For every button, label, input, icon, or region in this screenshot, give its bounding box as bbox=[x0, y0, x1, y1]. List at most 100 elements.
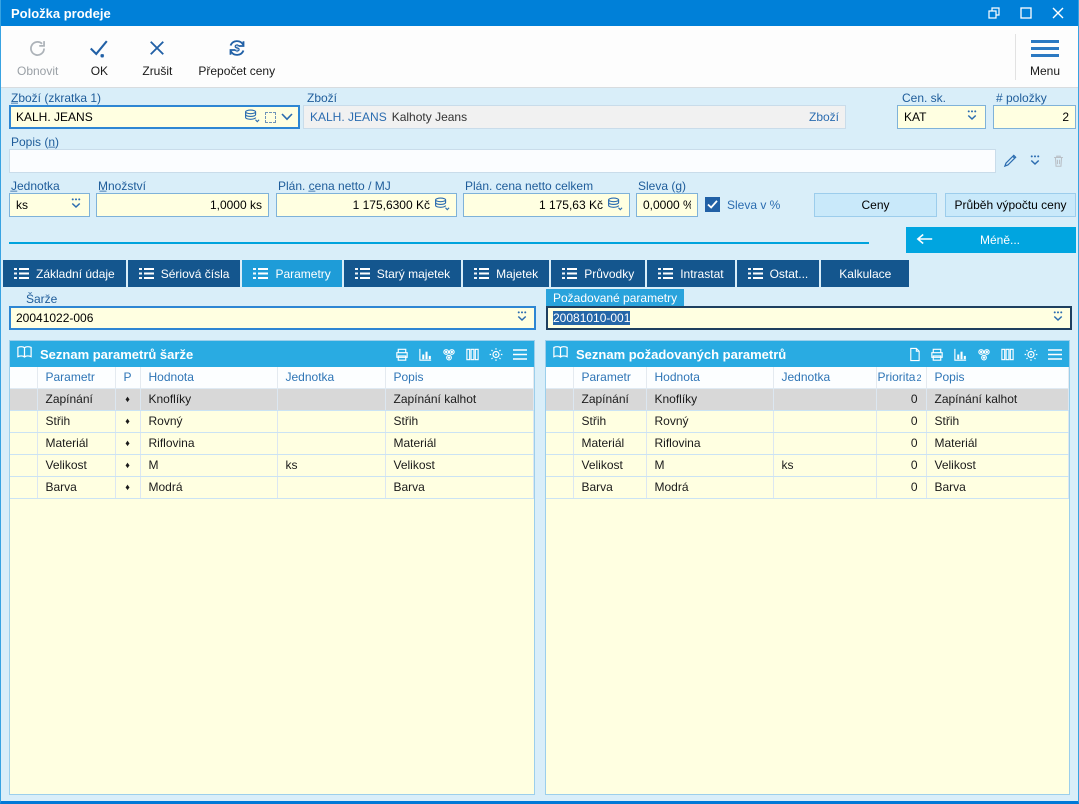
jednotka-field[interactable]: ks bbox=[9, 193, 90, 217]
table-row[interactable]: ZapínáníKnoflíky0Zapínání kalhot bbox=[546, 388, 1069, 410]
zbozi-zkratka-field[interactable]: KALH. JEANS bbox=[9, 105, 300, 129]
tab-ostatni[interactable]: Ostat... bbox=[737, 260, 820, 287]
tab-intrastat[interactable]: Intrastat bbox=[647, 260, 734, 287]
col-parametr[interactable]: Parametr bbox=[37, 367, 115, 388]
table-cell[interactable]: ks bbox=[277, 454, 385, 476]
cen-sk-field[interactable]: KAT bbox=[897, 105, 986, 129]
combo-dropdown-icon[interactable] bbox=[515, 310, 529, 326]
table-row[interactable]: Velikost♦MksVelikost bbox=[10, 454, 534, 476]
tab-kalkulace[interactable]: Kalkulace bbox=[821, 260, 909, 287]
table-cell[interactable]: Velikost bbox=[385, 454, 534, 476]
mene-button[interactable]: Méně... bbox=[906, 227, 1076, 253]
ceny-button[interactable]: Ceny bbox=[814, 193, 937, 217]
table-cell[interactable]: M bbox=[140, 454, 277, 476]
row-selector[interactable] bbox=[546, 476, 573, 498]
table-row[interactable]: BarvaModrá0Barva bbox=[546, 476, 1069, 498]
coins-icon[interactable] bbox=[607, 196, 623, 215]
gear-icon[interactable] bbox=[1023, 347, 1039, 362]
row-selector[interactable] bbox=[546, 432, 573, 454]
ok-button[interactable]: OK bbox=[70, 26, 128, 87]
table-cell[interactable]: Rovný bbox=[646, 410, 773, 432]
table-cell[interactable]: Materiál bbox=[573, 432, 646, 454]
table-cell[interactable]: Barva bbox=[926, 476, 1069, 498]
selector-icon[interactable] bbox=[265, 112, 276, 123]
columns-icon[interactable] bbox=[465, 347, 480, 362]
row-selector[interactable] bbox=[546, 454, 573, 476]
table-cell[interactable]: Velikost bbox=[37, 454, 115, 476]
row-selector[interactable] bbox=[546, 388, 573, 410]
table-cell[interactable] bbox=[277, 432, 385, 454]
table-cell[interactable]: Střih bbox=[37, 410, 115, 432]
table-cell[interactable]: 0 bbox=[876, 388, 926, 410]
combo-dropdown-icon[interactable] bbox=[965, 109, 979, 125]
table-cell[interactable]: Zapínání kalhot bbox=[385, 388, 534, 410]
gears-icon[interactable] bbox=[441, 347, 457, 362]
pozadovane-parametry-field[interactable]: 20081010-001 bbox=[546, 306, 1072, 330]
tab-zakladni-udaje[interactable]: Základní údaje bbox=[3, 260, 126, 287]
chart-icon[interactable] bbox=[418, 347, 433, 362]
table-cell[interactable]: ♦ bbox=[115, 410, 140, 432]
sarze-field[interactable]: 20041022-006 bbox=[9, 306, 536, 330]
coins-icon[interactable] bbox=[244, 108, 260, 127]
sleva-field[interactable]: 0,0000 % bbox=[636, 193, 698, 217]
table-cell[interactable] bbox=[773, 410, 876, 432]
menu-button[interactable]: Menu bbox=[1016, 31, 1074, 82]
table-cell[interactable]: ♦ bbox=[115, 432, 140, 454]
close-icon[interactable] bbox=[1052, 7, 1064, 19]
tab-parametry[interactable]: Parametry bbox=[242, 260, 341, 287]
table-cell[interactable]: Barva bbox=[385, 476, 534, 498]
table-cell[interactable] bbox=[277, 410, 385, 432]
obnovit-button[interactable]: Obnovit bbox=[5, 26, 70, 87]
zbozi-link[interactable]: Zboží bbox=[801, 110, 839, 124]
pencil-icon[interactable] bbox=[1003, 153, 1018, 173]
table-cell[interactable]: Materiál bbox=[926, 432, 1069, 454]
combo-dropdown-icon[interactable] bbox=[1028, 154, 1042, 172]
row-selector[interactable] bbox=[10, 410, 37, 432]
table-cell[interactable]: Modrá bbox=[646, 476, 773, 498]
table-cell[interactable]: Materiál bbox=[385, 432, 534, 454]
table-cell[interactable] bbox=[773, 388, 876, 410]
table-row[interactable]: Materiál♦RiflovinaMateriál bbox=[10, 432, 534, 454]
combo-dropdown-icon[interactable] bbox=[69, 197, 83, 213]
plan-cena-celkem-field[interactable]: 1 175,63 Kč bbox=[463, 193, 630, 217]
table-cell[interactable]: ♦ bbox=[115, 454, 140, 476]
table-cell[interactable]: Barva bbox=[37, 476, 115, 498]
row-selector[interactable] bbox=[10, 454, 37, 476]
columns-icon[interactable] bbox=[1000, 347, 1015, 362]
restore-icon[interactable] bbox=[988, 7, 1000, 19]
table-cell[interactable]: Riflovina bbox=[140, 432, 277, 454]
mnozstvi-field[interactable]: 1,0000 ks bbox=[96, 193, 269, 217]
col-p[interactable]: P bbox=[115, 367, 140, 388]
popis-field[interactable] bbox=[9, 149, 996, 173]
col-popis[interactable]: Popis bbox=[926, 367, 1069, 388]
print-icon[interactable] bbox=[929, 347, 945, 362]
gears-icon[interactable] bbox=[976, 347, 992, 362]
chevron-down-icon[interactable] bbox=[281, 110, 293, 124]
table-cell[interactable]: M bbox=[646, 454, 773, 476]
coins-icon[interactable] bbox=[434, 196, 450, 215]
table-row[interactable]: MateriálRiflovina0Materiál bbox=[546, 432, 1069, 454]
tab-stary-majetek[interactable]: Starý majetek bbox=[344, 260, 461, 287]
table-cell[interactable]: 0 bbox=[876, 432, 926, 454]
table-cell[interactable]: Materiál bbox=[37, 432, 115, 454]
table-cell[interactable]: Velikost bbox=[926, 454, 1069, 476]
table-cell[interactable]: Riflovina bbox=[646, 432, 773, 454]
chart-icon[interactable] bbox=[953, 347, 968, 362]
table-cell[interactable]: Velikost bbox=[573, 454, 646, 476]
table-cell[interactable]: 0 bbox=[876, 454, 926, 476]
table-row[interactable]: VelikostMks0Velikost bbox=[546, 454, 1069, 476]
table-cell[interactable]: ks bbox=[773, 454, 876, 476]
table-cell[interactable] bbox=[277, 476, 385, 498]
hamburger-menu-icon[interactable] bbox=[1047, 348, 1063, 361]
table-row[interactable]: StřihRovný0Střih bbox=[546, 410, 1069, 432]
plan-cena-mj-field[interactable]: 1 175,6300 Kč bbox=[276, 193, 457, 217]
maximize-icon[interactable] bbox=[1020, 7, 1032, 19]
prubeh-vypoctu-ceny-button[interactable]: Průběh výpočtu ceny bbox=[945, 193, 1076, 217]
table-cell[interactable] bbox=[773, 432, 876, 454]
pocet-polozek-field[interactable]: 2 bbox=[993, 105, 1076, 129]
combo-dropdown-icon[interactable] bbox=[1051, 310, 1065, 326]
table-cell[interactable]: Střih bbox=[385, 410, 534, 432]
table-cell[interactable]: ♦ bbox=[115, 476, 140, 498]
col-jednotka[interactable]: Jednotka bbox=[773, 367, 876, 388]
table-cell[interactable] bbox=[773, 476, 876, 498]
